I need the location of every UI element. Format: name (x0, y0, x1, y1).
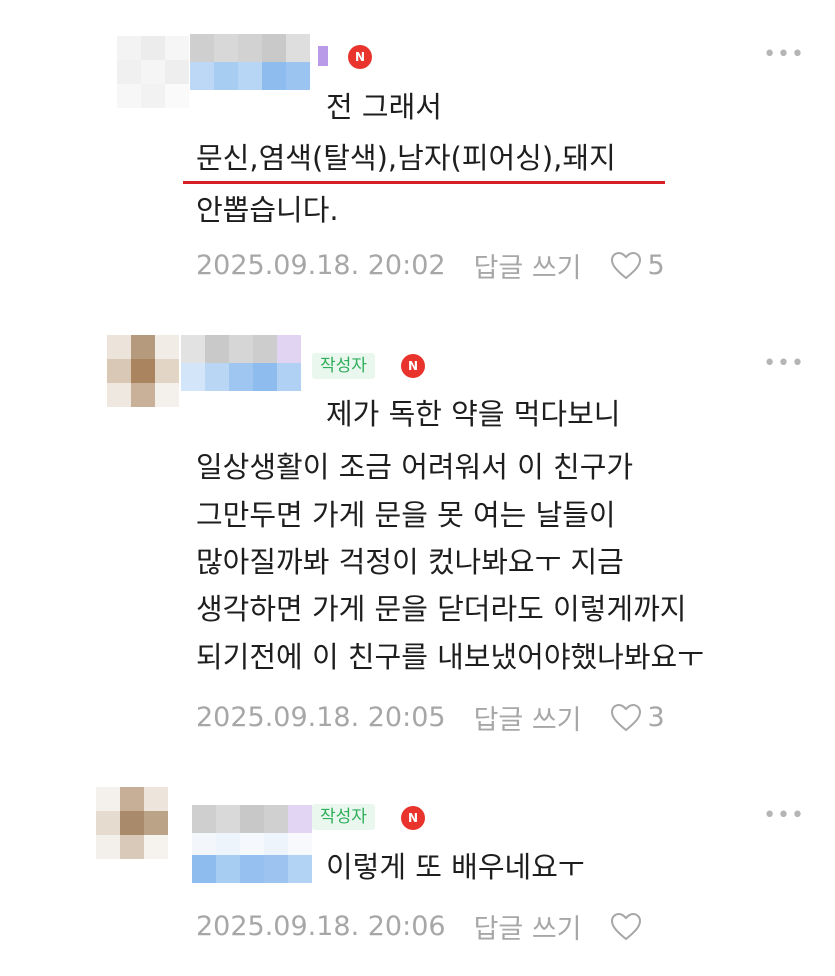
like-count: 5 (647, 250, 665, 281)
more-dots-icon[interactable]: ••• (763, 353, 805, 375)
comment-line: 안뽑습니다. (196, 193, 339, 227)
like-button[interactable]: 3 (610, 702, 665, 733)
nickname-redacted[interactable] (181, 335, 301, 391)
comment-first-line: 제가 독한 약을 먹다보니 (326, 397, 621, 431)
heart-outline-icon (610, 251, 641, 279)
more-dots-icon[interactable]: ••• (763, 805, 805, 827)
comment-meta: 2025.09.18. 20:06 답글 쓰기 (196, 907, 648, 946)
timestamp: 2025.09.18. 20:06 (196, 911, 446, 942)
nickname-redacted[interactable] (192, 805, 312, 883)
author-tag: 작성자 (312, 353, 375, 379)
avatar[interactable] (96, 787, 168, 859)
reply-button[interactable]: 답글 쓰기 (474, 246, 582, 285)
timestamp: 2025.09.18. 20:02 (196, 250, 446, 281)
reply-button[interactable]: 답글 쓰기 (474, 907, 582, 946)
comment-meta: 2025.09.18. 20:02 답글 쓰기 5 (196, 246, 665, 285)
avatar[interactable] (107, 335, 179, 407)
comment-meta: 2025.09.18. 20:05 답글 쓰기 3 (196, 698, 665, 737)
n-badge-icon: N (401, 806, 425, 830)
n-badge-icon: N (401, 354, 425, 378)
more-dots-icon[interactable]: ••• (763, 44, 805, 66)
comment-line: 생각하면 가게 문을 닫더라도 이렇게까지 (196, 592, 687, 626)
timestamp: 2025.09.18. 20:05 (196, 702, 446, 733)
nickname-redacted[interactable] (190, 34, 310, 90)
heart-outline-icon (610, 703, 641, 731)
reply-button[interactable]: 답글 쓰기 (474, 698, 582, 737)
comment-line: 되기전에 이 친구를 내보냈어야했나봐요ㅜ (196, 640, 704, 674)
comment-first-line: 이렇게 또 배우네요ㅜ (326, 850, 585, 884)
comment-first-line: 전 그래서 (326, 90, 442, 124)
nickname-mark (318, 46, 328, 66)
like-button[interactable] (610, 912, 648, 942)
author-tag: 작성자 (312, 804, 375, 830)
heart-outline-icon (610, 912, 641, 940)
n-badge-icon: N (348, 45, 372, 69)
like-button[interactable]: 5 (610, 250, 665, 281)
like-count: 3 (647, 702, 665, 733)
comment-line: 일상생활이 조금 어려워서 이 친구가 (196, 450, 634, 484)
comment-line: 문신,염색(탈색),남자(피어싱),돼지 (196, 141, 616, 175)
avatar[interactable] (117, 36, 189, 108)
